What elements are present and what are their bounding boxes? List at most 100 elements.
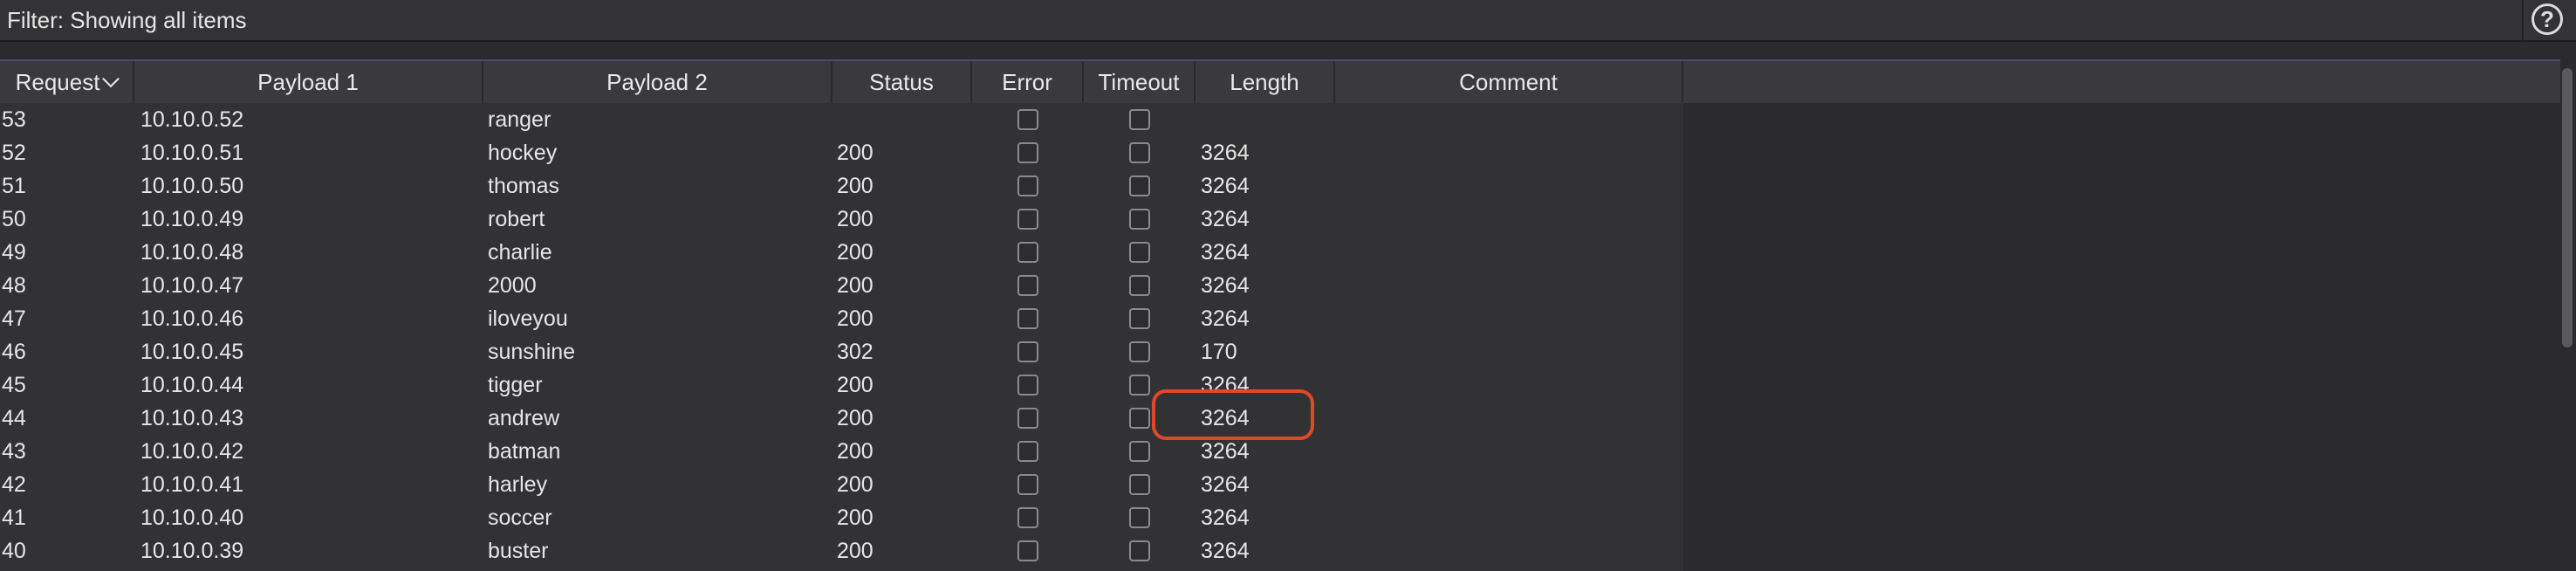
cell-payload2: harley: [488, 472, 548, 497]
timeout-checkbox[interactable]: [1129, 109, 1150, 130]
table-row[interactable]: 41 10.10.0.40 soccer 200 3264: [0, 501, 1683, 534]
timeout-checkbox[interactable]: [1129, 441, 1150, 462]
error-checkbox[interactable]: [1017, 474, 1038, 495]
table-row[interactable]: 53 10.10.0.52 ranger: [0, 103, 1683, 136]
cell-payload2: thomas: [488, 174, 559, 198]
help-icon[interactable]: ?: [2531, 3, 2563, 35]
cell-length: 3264: [1201, 273, 1250, 298]
cell-status: 200: [837, 406, 874, 430]
cell-request: 49: [2, 240, 26, 265]
timeout-checkbox[interactable]: [1129, 308, 1150, 329]
chevron-down-icon: [102, 70, 120, 88]
table-row[interactable]: 47 10.10.0.46 iloveyou 200 3264: [0, 302, 1683, 335]
timeout-checkbox[interactable]: [1129, 507, 1150, 528]
timeout-checkbox[interactable]: [1129, 540, 1150, 561]
error-checkbox[interactable]: [1017, 408, 1038, 429]
cell-length: 170: [1201, 340, 1237, 364]
table-row[interactable]: 42 10.10.0.41 harley 200 3264: [0, 468, 1683, 501]
column-header-label: Comment: [1459, 69, 1558, 95]
timeout-checkbox[interactable]: [1129, 408, 1150, 429]
error-checkbox[interactable]: [1017, 507, 1038, 528]
table-row[interactable]: 43 10.10.0.42 batman 200 3264: [0, 435, 1683, 468]
cell-payload2: iloveyou: [488, 306, 568, 331]
cell-length: 3264: [1201, 539, 1250, 563]
cell-payload1: 10.10.0.40: [140, 506, 244, 530]
error-checkbox[interactable]: [1017, 142, 1038, 163]
cell-request: 43: [2, 439, 26, 464]
cell-request: 41: [2, 506, 26, 530]
filter-status-text[interactable]: Filter: Showing all items: [7, 6, 247, 34]
cell-status: 302: [837, 340, 874, 364]
table-row[interactable]: 52 10.10.0.51 hockey 200 3264: [0, 136, 1683, 169]
timeout-checkbox[interactable]: [1129, 341, 1150, 362]
cell-status: 200: [837, 240, 874, 265]
timeout-checkbox[interactable]: [1129, 375, 1150, 396]
table-row[interactable]: 44 10.10.0.43 andrew 200 3264: [0, 402, 1683, 435]
error-checkbox[interactable]: [1017, 242, 1038, 263]
cell-length: 3264: [1201, 373, 1250, 397]
filter-bar[interactable]: Filter: Showing all items ?: [0, 0, 2576, 42]
cell-payload1: 10.10.0.39: [140, 539, 244, 563]
cell-payload2: soccer: [488, 506, 552, 530]
cell-payload2: charlie: [488, 240, 552, 265]
timeout-checkbox[interactable]: [1129, 175, 1150, 196]
timeout-checkbox[interactable]: [1129, 209, 1150, 230]
timeout-checkbox[interactable]: [1129, 474, 1150, 495]
results-table: Request Payload 1 Payload 2 Status Error…: [0, 59, 2560, 571]
column-header-request[interactable]: Request: [0, 61, 134, 103]
scrollbar-thumb[interactable]: [2562, 68, 2573, 347]
column-header-status[interactable]: Status: [832, 61, 972, 103]
column-header-timeout[interactable]: Timeout: [1084, 61, 1196, 103]
cell-payload2: buster: [488, 539, 549, 563]
panel-gap: [0, 42, 2576, 59]
cell-status: 200: [837, 141, 874, 165]
table-row[interactable]: 49 10.10.0.48 charlie 200 3264: [0, 236, 1683, 269]
error-checkbox[interactable]: [1017, 275, 1038, 296]
cell-request: 46: [2, 340, 26, 364]
column-header-label: Payload 1: [257, 69, 359, 95]
table-row[interactable]: 46 10.10.0.45 sunshine 302 170: [0, 335, 1683, 368]
table-row[interactable]: 40 10.10.0.39 buster 200 3264: [0, 534, 1683, 568]
table-empty-area: [1683, 103, 2560, 571]
timeout-checkbox[interactable]: [1129, 142, 1150, 163]
column-header-label: Error: [1002, 69, 1052, 95]
column-header-error[interactable]: Error: [972, 61, 1084, 103]
error-checkbox[interactable]: [1017, 308, 1038, 329]
table-header: Request Payload 1 Payload 2 Status Error…: [0, 59, 2560, 103]
column-header-label: Payload 2: [606, 69, 708, 95]
cell-status: 200: [837, 472, 874, 497]
cell-request: 50: [2, 207, 26, 231]
error-checkbox[interactable]: [1017, 375, 1038, 396]
error-checkbox[interactable]: [1017, 109, 1038, 130]
timeout-checkbox[interactable]: [1129, 275, 1150, 296]
cell-length: 3264: [1201, 174, 1250, 198]
error-checkbox[interactable]: [1017, 540, 1038, 561]
error-checkbox[interactable]: [1017, 209, 1038, 230]
table-row[interactable]: 50 10.10.0.49 robert 200 3264: [0, 203, 1683, 236]
cell-status: 200: [837, 373, 874, 397]
cell-payload1: 10.10.0.46: [140, 306, 244, 331]
column-header-comment[interactable]: Comment: [1335, 61, 1683, 103]
table-row[interactable]: 48 10.10.0.47 2000 200 3264: [0, 269, 1683, 302]
cell-payload2: hockey: [488, 141, 558, 165]
column-header-length[interactable]: Length: [1196, 61, 1335, 103]
column-header-label: Request: [15, 69, 100, 95]
cell-request: 48: [2, 273, 26, 298]
error-checkbox[interactable]: [1017, 175, 1038, 196]
cell-payload2: andrew: [488, 406, 559, 430]
table-row[interactable]: 51 10.10.0.50 thomas 200 3264: [0, 169, 1683, 203]
cell-request: 40: [2, 539, 26, 563]
error-checkbox[interactable]: [1017, 341, 1038, 362]
cell-payload1: 10.10.0.47: [140, 273, 244, 298]
column-header-label: Length: [1230, 69, 1299, 95]
table-row[interactable]: 45 10.10.0.44 tigger 200 3264: [0, 368, 1683, 402]
cell-request: 45: [2, 373, 26, 397]
timeout-checkbox[interactable]: [1129, 242, 1150, 263]
filter-bar-divider: [2522, 0, 2524, 42]
cell-length: 3264: [1201, 240, 1250, 265]
error-checkbox[interactable]: [1017, 441, 1038, 462]
cell-payload1: 10.10.0.41: [140, 472, 244, 497]
cell-payload2: robert: [488, 207, 545, 231]
column-header-payload-2[interactable]: Payload 2: [483, 61, 832, 103]
column-header-payload-1[interactable]: Payload 1: [134, 61, 483, 103]
